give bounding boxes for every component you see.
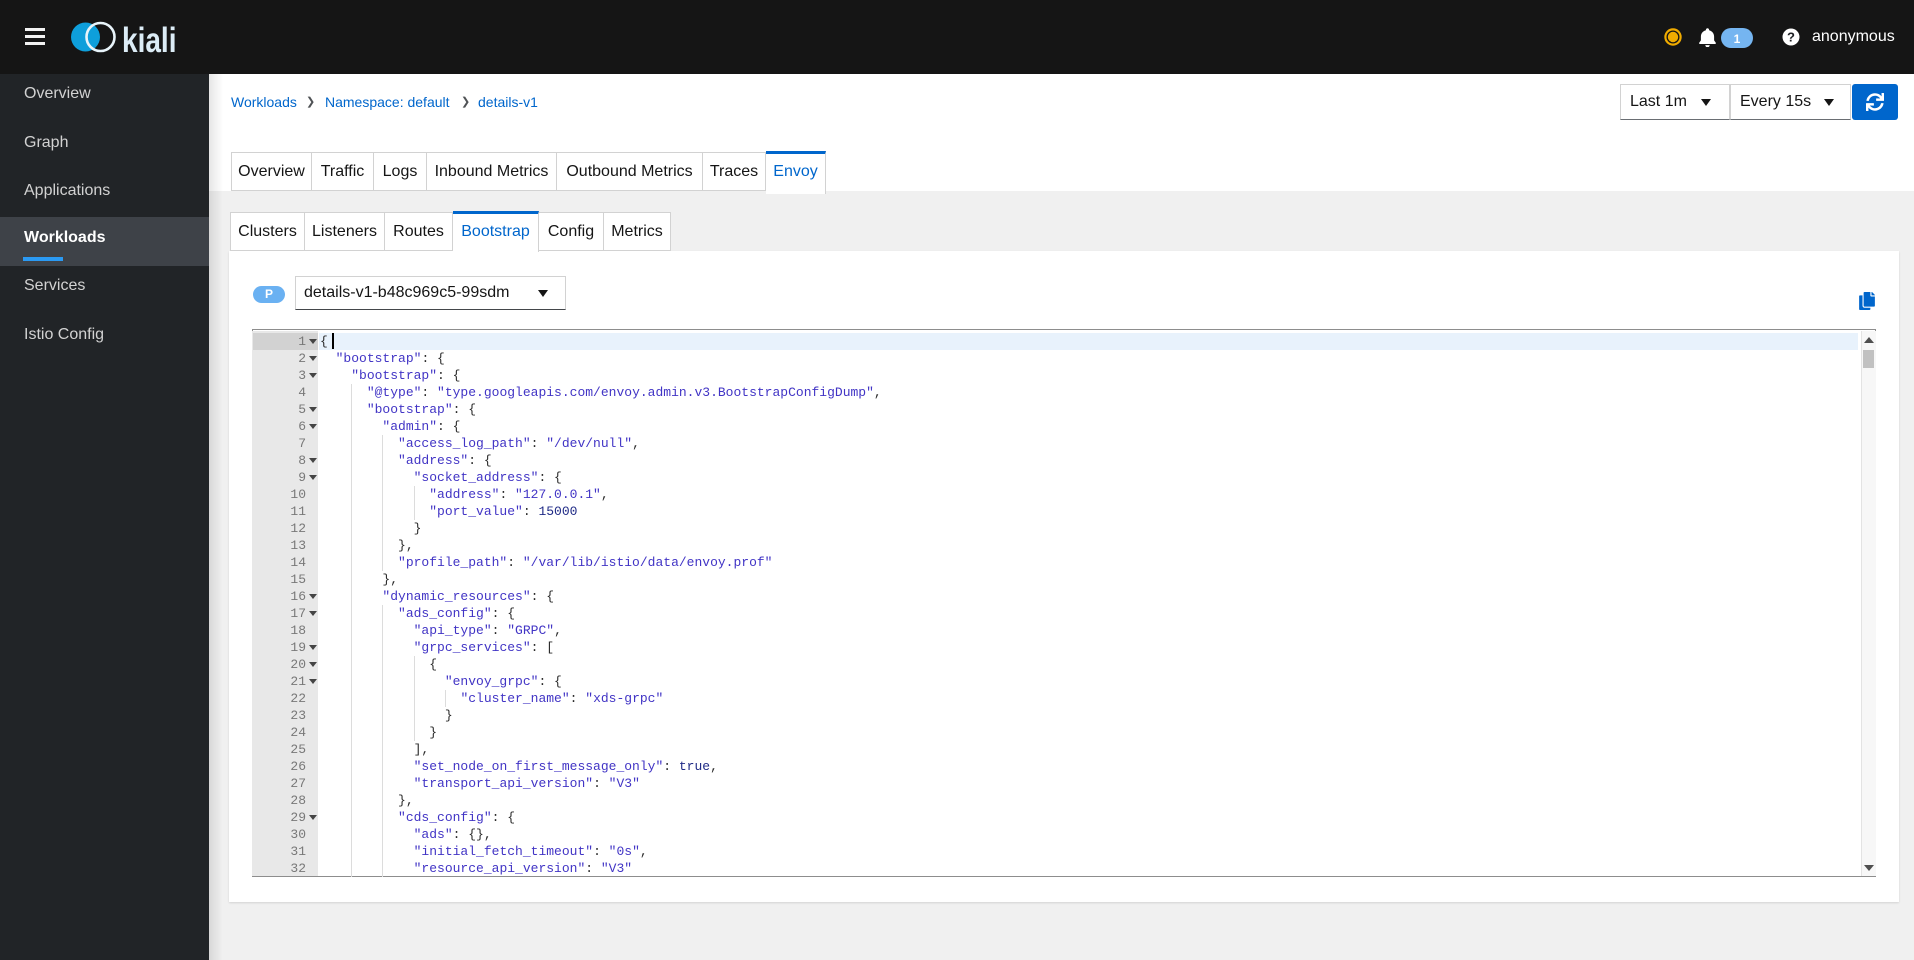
svg-text:?: ? <box>1787 30 1795 45</box>
